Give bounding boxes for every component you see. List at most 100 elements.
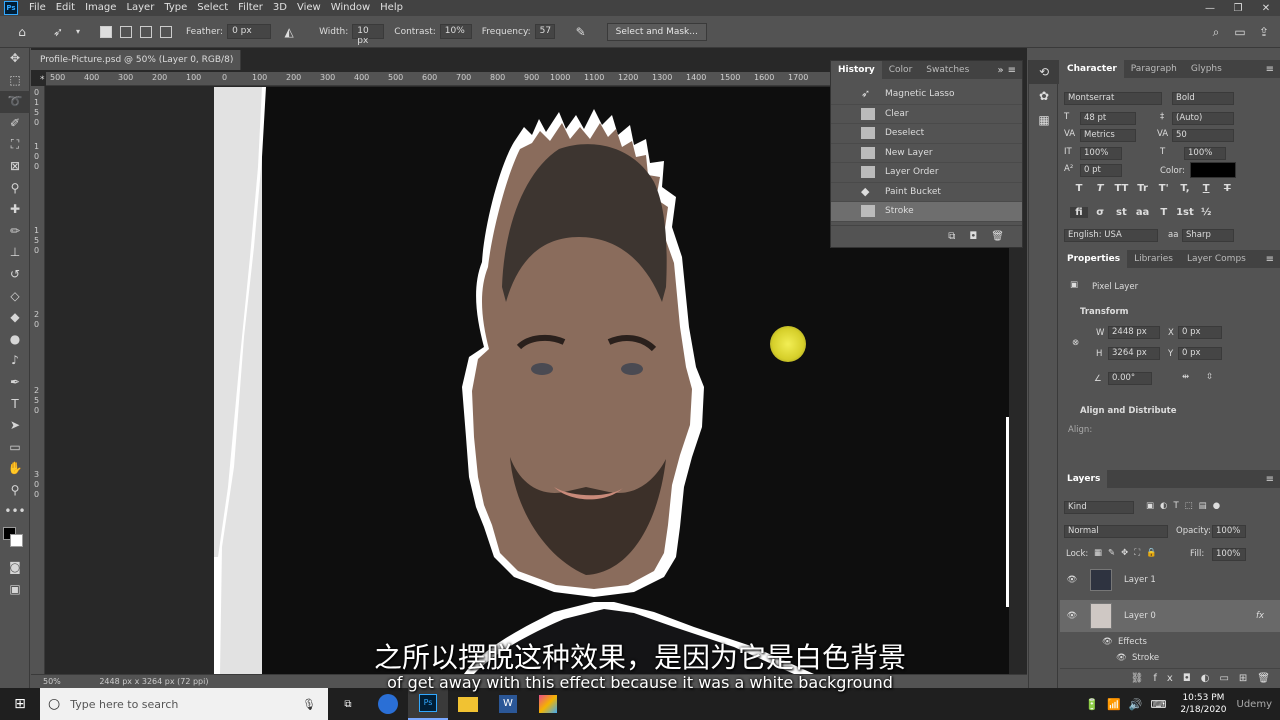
panel-menu-icon[interactable]: ≡	[1266, 64, 1274, 75]
faux-bold-button[interactable]: T	[1070, 183, 1088, 194]
vertical-ruler[interactable]: 0 1 5 0 1 0 0 1 5 0 2 0 2 5 0 3 0 0	[31, 86, 45, 674]
menu-select[interactable]: Select	[192, 0, 233, 16]
history-item[interactable]: ◆ Paint Bucket	[831, 183, 1022, 202]
baseline-shift-input[interactable]: 0 pt	[1080, 164, 1122, 177]
panel-menu-icon[interactable]: ≡	[1266, 474, 1274, 485]
photoshop-logo-icon[interactable]: Ps	[4, 1, 18, 15]
dodge-tool-icon[interactable]: ♪	[0, 350, 30, 372]
swatches-panel-icon[interactable]: ▦	[1029, 108, 1059, 132]
taskbar-clock[interactable]: 10:53 PM 2/18/2020	[1180, 692, 1226, 716]
history-item[interactable]: Layer Order	[831, 163, 1022, 183]
workspace-icon[interactable]: ▭	[1232, 24, 1248, 40]
discretionary-ligatures-button[interactable]: st	[1112, 207, 1130, 218]
tracking-input[interactable]: 50	[1172, 129, 1234, 142]
taskbar-search[interactable]: ○ Type here to search 🎙	[40, 688, 328, 720]
paint-bucket-tool-icon[interactable]: ◆	[0, 307, 30, 329]
text-color-swatch[interactable]	[1190, 162, 1236, 178]
ligatures-button[interactable]: fi	[1070, 207, 1088, 218]
history-item[interactable]: Clear	[831, 105, 1022, 124]
pen-tool-icon[interactable]: ✒	[0, 372, 30, 394]
share-icon[interactable]: ⇪	[1256, 24, 1272, 40]
photoshop-taskbar-icon[interactable]: Ps	[408, 688, 448, 720]
tab-properties[interactable]: Properties	[1060, 250, 1128, 268]
document-tab[interactable]: Profile-Picture.psd @ 50% (Layer 0, RGB/…	[31, 50, 241, 85]
color-panel-icon[interactable]: ✿	[1029, 84, 1059, 108]
magnetic-lasso-preset-icon[interactable]: ➶	[50, 24, 66, 40]
layer-row-selected[interactable]: 👁 Layer 0 fx	[1060, 600, 1280, 632]
paint-app-icon[interactable]	[528, 688, 568, 720]
panel-menu-icon[interactable]: ≡	[1266, 254, 1274, 265]
font-family-select[interactable]: Montserrat	[1064, 92, 1162, 105]
tab-swatches[interactable]: Swatches	[919, 61, 976, 79]
file-explorer-icon[interactable]	[448, 688, 488, 720]
menu-layer[interactable]: Layer	[121, 0, 159, 16]
zoom-tool-icon[interactable]: ⚲	[0, 480, 30, 502]
blend-mode-select[interactable]: Normal	[1064, 525, 1168, 538]
select-and-mask-button[interactable]: Select and Mask...	[606, 22, 707, 41]
color-swatches-icon[interactable]	[0, 523, 30, 557]
opacity-input[interactable]: 100%	[1212, 525, 1246, 538]
menu-window[interactable]: Window	[326, 0, 375, 16]
history-item-active[interactable]: Stroke	[831, 202, 1022, 222]
add-selection-icon[interactable]	[120, 25, 132, 38]
x-field[interactable]: 0 px	[1178, 326, 1222, 339]
visibility-eye-icon[interactable]: 👁	[1060, 611, 1084, 621]
layer-filter-icons[interactable]: ▣◐T⬚▤●	[1146, 501, 1226, 511]
fx-badge[interactable]: fx	[1256, 611, 1264, 621]
width-input[interactable]: 10 px	[352, 24, 385, 46]
tab-layer-comps[interactable]: Layer Comps	[1180, 250, 1253, 268]
snapshot-icon[interactable]: ◘	[969, 231, 977, 242]
path-select-tool-icon[interactable]: ➤	[0, 415, 30, 437]
shape-tool-icon[interactable]: ▭	[0, 437, 30, 459]
horizontal-scale-input[interactable]: 100%	[1184, 147, 1226, 160]
y-field[interactable]: 0 px	[1178, 347, 1222, 360]
tab-glyphs[interactable]: Glyphs	[1184, 60, 1229, 78]
history-item[interactable]: Deselect	[831, 124, 1022, 144]
close-icon[interactable]: ✕	[1252, 3, 1280, 14]
history-item[interactable]: ➶ Magnetic Lasso	[831, 85, 1022, 105]
brush-tool-icon[interactable]: ✏	[0, 221, 30, 243]
angle-field[interactable]: 0.00°	[1108, 372, 1152, 385]
tab-history[interactable]: History	[831, 61, 882, 79]
language-select[interactable]: English: USA	[1064, 229, 1158, 242]
layer-filter-select[interactable]: Kind	[1064, 501, 1134, 514]
home-icon[interactable]: ⌂	[14, 24, 30, 40]
history-brush-tool-icon[interactable]: ↺	[0, 264, 30, 286]
antialias-icon[interactable]: ◭	[281, 24, 297, 40]
tab-color[interactable]: Color	[882, 61, 920, 79]
font-size-input[interactable]: 48 pt	[1080, 112, 1136, 125]
history-panel-icon[interactable]: ⟲	[1029, 60, 1059, 84]
height-field[interactable]: 3264 px	[1108, 347, 1160, 360]
tab-libraries[interactable]: Libraries	[1127, 250, 1180, 268]
faux-italic-button[interactable]: T	[1091, 183, 1109, 194]
align-section-label[interactable]: Align and Distribute	[1080, 406, 1177, 416]
new-selection-icon[interactable]	[100, 25, 112, 38]
minimize-icon[interactable]: —	[1196, 3, 1224, 14]
firefox-icon[interactable]	[368, 688, 408, 720]
quick-select-tool-icon[interactable]: ✐	[0, 113, 30, 135]
layer-row[interactable]: 👁 Layer 1	[1060, 568, 1280, 592]
visibility-eye-icon[interactable]: 👁	[1060, 575, 1084, 585]
tab-layers[interactable]: Layers	[1060, 470, 1108, 488]
task-view-icon[interactable]: ⧉	[328, 688, 368, 720]
stylistic-alternates-button[interactable]: aa	[1134, 207, 1152, 218]
fill-input[interactable]: 100%	[1212, 548, 1246, 561]
tab-paragraph[interactable]: Paragraph	[1124, 60, 1184, 78]
menu-help[interactable]: Help	[375, 0, 408, 16]
pen-pressure-icon[interactable]: ✎	[573, 24, 589, 40]
crop-tool-icon[interactable]: ⛶	[0, 134, 30, 156]
trash-icon[interactable]: 🗑	[991, 231, 1004, 242]
fractions-button[interactable]: ½	[1197, 207, 1215, 218]
tab-character[interactable]: Character	[1060, 60, 1124, 78]
move-tool-icon[interactable]: ✥	[0, 48, 30, 70]
chevron-down-icon[interactable]: ▾	[74, 24, 82, 40]
all-caps-button[interactable]: TT	[1112, 183, 1130, 194]
marquee-tool-icon[interactable]: ⬚	[0, 70, 30, 92]
antialias-select[interactable]: Sharp	[1182, 229, 1234, 242]
flip-horizontal-icon[interactable]: ⇹	[1182, 372, 1189, 382]
ordinals-button[interactable]: 1st	[1176, 207, 1194, 218]
small-caps-button[interactable]: Tr	[1134, 183, 1152, 194]
titling-alternates-button[interactable]: T	[1155, 207, 1173, 218]
eyedropper-tool-icon[interactable]: ⚲	[0, 178, 30, 200]
font-style-select[interactable]: Bold	[1172, 92, 1234, 105]
